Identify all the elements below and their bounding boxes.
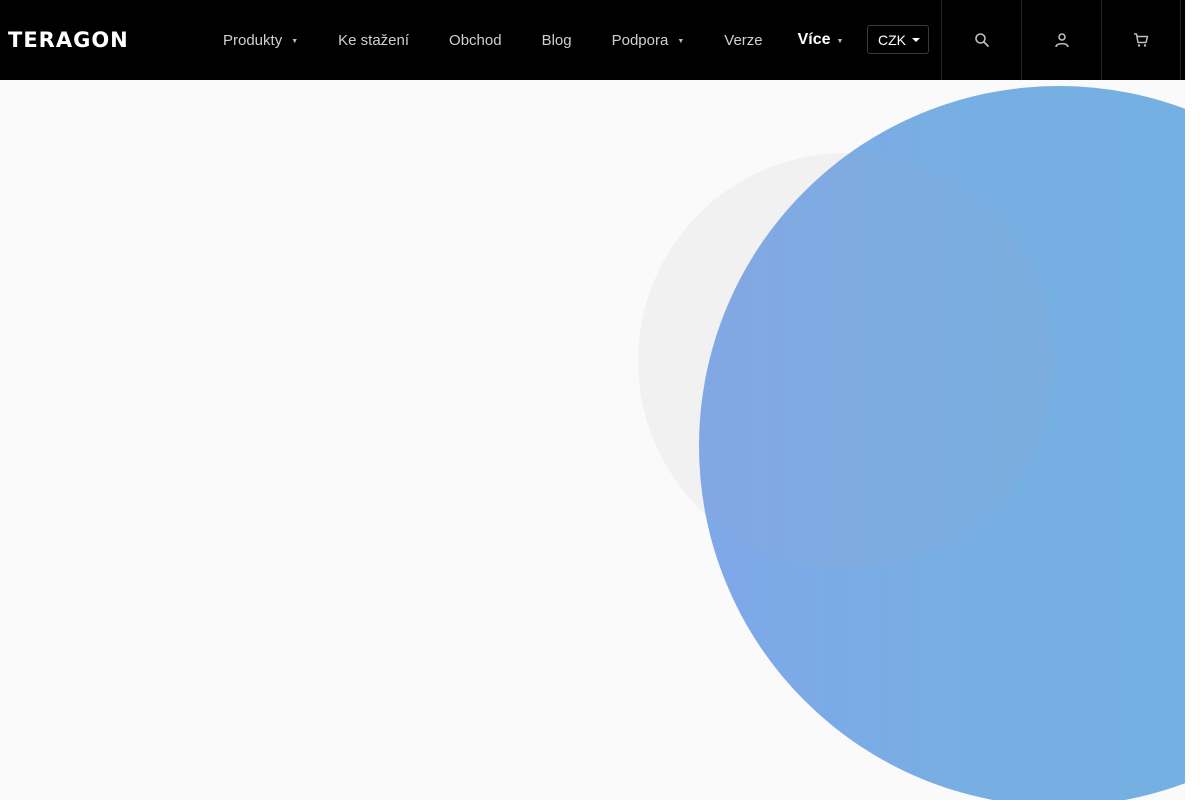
nav-item-label: Produkty [223, 31, 283, 49]
nav-item-label: Verze [724, 31, 763, 49]
nav-item-label: Více [797, 31, 831, 48]
search-icon [974, 33, 989, 47]
currency-value: CZK [878, 31, 906, 48]
nav-item-verze[interactable]: Verze [704, 0, 782, 80]
cart-icon [1134, 33, 1149, 47]
chevron-down-icon: ▼ [677, 37, 685, 45]
currency-selector[interactable]: CZK [867, 25, 929, 54]
nav-item-label: Ke stažení [338, 31, 410, 49]
main-nav: Produkty ▼ Ke stažení Obchod Blog Podpor… [203, 0, 858, 80]
nav-item-label: Podpora [611, 31, 669, 49]
nav-item-blog[interactable]: Blog [522, 0, 592, 80]
nav-item-label: Obchod [449, 31, 502, 49]
chevron-down-icon: ▼ [291, 37, 299, 45]
user-icon [1054, 33, 1069, 48]
decorative-circle-overlap [638, 153, 1054, 569]
search-button[interactable] [941, 0, 1021, 80]
top-navigation-bar: TERAGON Produkty ▼ Ke stažení Obchod Blo… [0, 0, 1185, 80]
scrollbar-track[interactable] [1185, 0, 1200, 800]
nav-item-obchod[interactable]: Obchod [429, 0, 522, 80]
nav-item-vice[interactable]: Více ▼ [783, 0, 859, 80]
account-button[interactable] [1021, 0, 1101, 80]
page: TERAGON Produkty ▼ Ke stažení Obchod Blo… [0, 0, 1200, 800]
nav-item-label: Blog [541, 31, 572, 49]
nav-item-produkty[interactable]: Produkty ▼ [203, 0, 318, 80]
logo-text: TERAGON [8, 28, 129, 52]
nav-item-ke-stazeni[interactable]: Ke stažení [318, 0, 429, 80]
cart-button[interactable] [1101, 0, 1181, 80]
teragon-logo[interactable]: TERAGON [8, 27, 129, 53]
nav-item-podpora[interactable]: Podpora ▼ [592, 0, 705, 80]
caret-down-icon [912, 38, 920, 42]
chevron-down-icon: ▼ [836, 37, 844, 45]
